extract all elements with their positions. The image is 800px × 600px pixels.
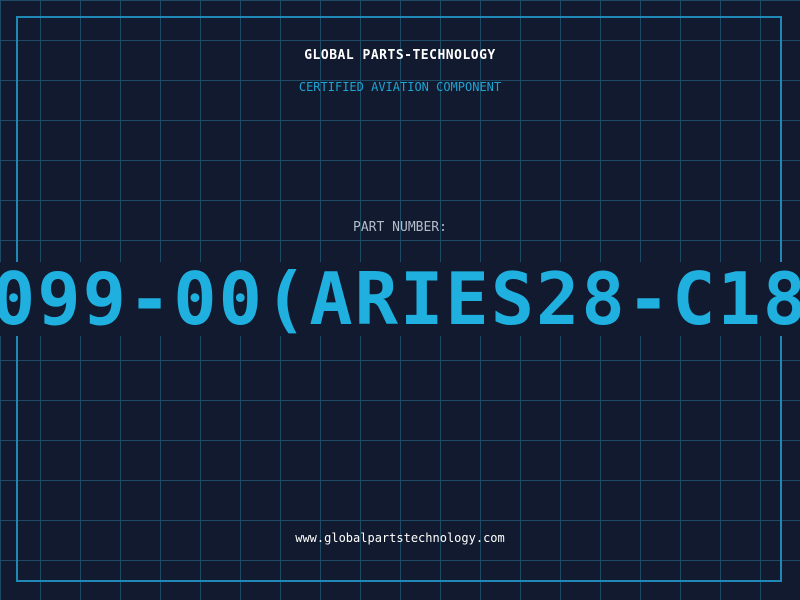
website-url: www.globalpartstechnology.com xyxy=(295,531,505,545)
part-number-band: 6099-00(ARIES28-C18) xyxy=(0,262,800,336)
part-number-value: 6099-00(ARIES28-C18) xyxy=(0,262,800,336)
certification-subtitle: CERTIFIED AVIATION COMPONENT xyxy=(298,80,502,94)
brand-name: GLOBAL PARTS-TECHNOLOGY xyxy=(304,48,496,63)
part-card: GLOBAL PARTS-TECHNOLOGY CERTIFIED AVIATI… xyxy=(0,0,800,600)
part-number-label: PART NUMBER: xyxy=(353,220,447,235)
